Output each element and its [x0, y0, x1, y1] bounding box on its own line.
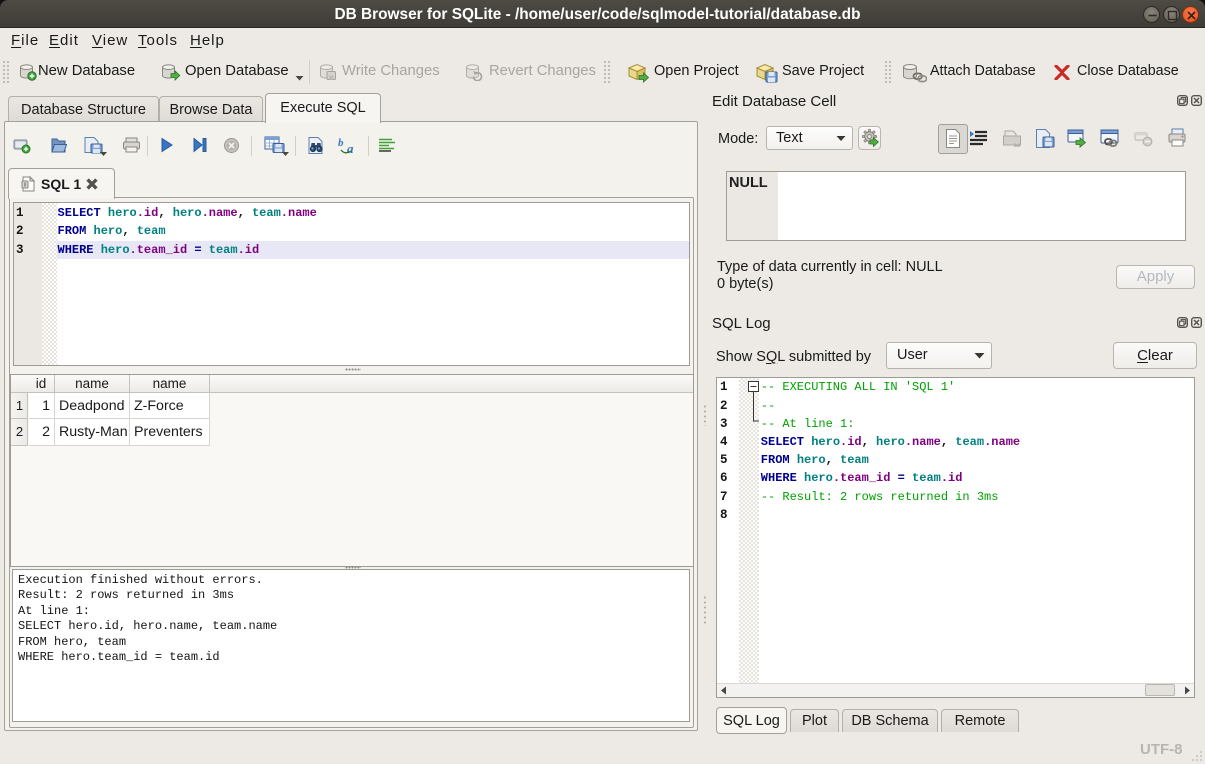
svg-text:a: a: [347, 141, 354, 156]
svg-text:b: b: [338, 137, 344, 149]
